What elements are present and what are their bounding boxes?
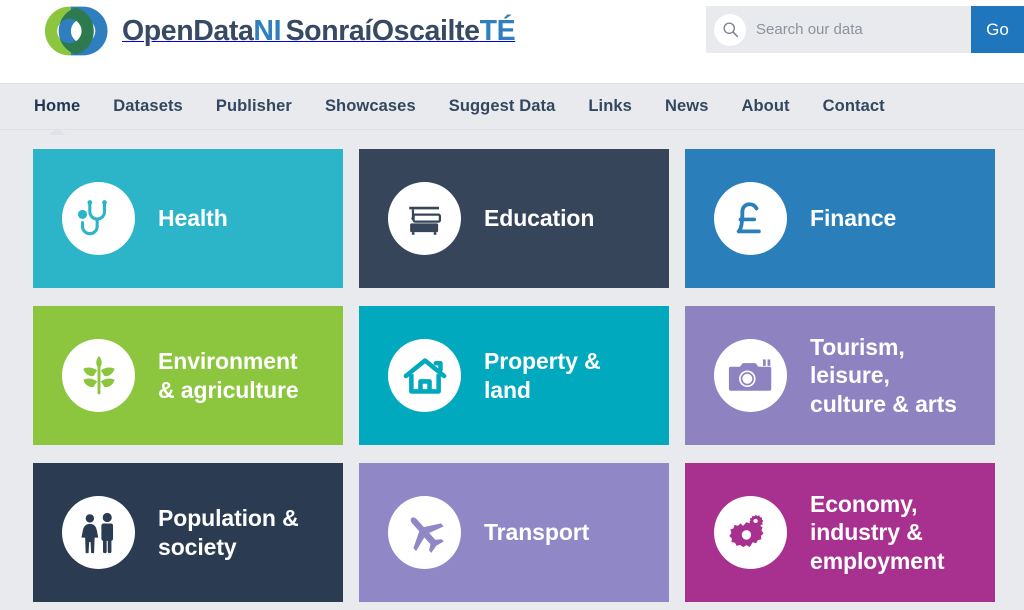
category-tile-label: Tourism, leisure, culture & arts — [810, 333, 957, 418]
logo-line-2-main: SonraíOscailte — [285, 14, 480, 47]
category-tile-label-line: Population & — [158, 505, 299, 532]
category-tile-label-line: Education — [484, 205, 595, 232]
logo-line-2-accent: TÉ — [479, 14, 516, 47]
category-tile-economy-industry-employment[interactable]: Economy, industry & employment — [685, 463, 995, 602]
nav-item-home[interactable]: Home — [34, 97, 80, 116]
logo-line-1: OpenDataNI — [122, 14, 282, 47]
category-tile-label-line: industry & — [810, 519, 923, 546]
pound-sterling-icon — [714, 182, 787, 255]
category-tile-label-line: land — [484, 376, 531, 403]
site-logo[interactable]: OpenDataNI SonraíOscailteTÉ — [38, 2, 516, 60]
category-tile-environment-agriculture[interactable]: Environment & agriculture — [33, 306, 343, 445]
category-tile-label: Health — [158, 204, 228, 232]
main-navigation: Home Datasets Publisher Showcases Suggest Da… — [0, 83, 1024, 130]
category-tile-label: Population & society — [158, 504, 299, 561]
category-tile-transport[interactable]: Transport — [359, 463, 669, 602]
category-tile-label-line: Health — [158, 205, 228, 232]
nav-item-links[interactable]: Links — [588, 97, 632, 116]
category-tile-label-line: leisure, — [810, 362, 890, 389]
category-tile-label: Property & land — [484, 347, 601, 404]
people-icon — [62, 496, 135, 569]
nav-item-contact[interactable]: Contact — [823, 97, 885, 116]
category-tile-label-line: Finance — [810, 205, 897, 232]
logo-line-2: SonraíOscailteTÉ — [286, 15, 516, 47]
search-field[interactable] — [706, 6, 971, 53]
nav-item-publisher[interactable]: Publisher — [216, 97, 292, 116]
gears-icon — [714, 496, 787, 569]
category-tile-label-line: Transport — [484, 519, 590, 546]
category-tile-label: Transport — [484, 518, 589, 546]
stethoscope-icon — [62, 182, 135, 255]
search-go-button[interactable]: Go — [971, 6, 1024, 53]
category-tile-tourism-leisure-culture-arts[interactable]: Tourism, leisure, culture & arts — [685, 306, 995, 445]
logo-line-1-accent: NI — [253, 14, 282, 47]
logo-line-1-main: OpenData — [122, 14, 254, 47]
category-tile-label-line: culture & arts — [810, 390, 957, 417]
category-tile-label-line: Environment — [158, 348, 298, 375]
category-tile-finance[interactable]: Finance — [685, 149, 995, 288]
site-header: OpenDataNI SonraíOscailteTÉ Go — [0, 0, 1024, 83]
airplane-icon — [388, 496, 461, 569]
category-tile-label-line: Economy, — [810, 491, 918, 518]
category-tile-label-line: society — [158, 533, 237, 560]
category-tile-grid: Health Education Finance Environment & ag… — [0, 130, 1024, 602]
category-tile-population-society[interactable]: Population & society — [33, 463, 343, 602]
nav-item-about[interactable]: About — [741, 97, 789, 116]
nav-item-news[interactable]: News — [665, 97, 709, 116]
category-tile-label: Education — [484, 204, 594, 232]
search-icon — [714, 13, 746, 46]
plant-leaf-icon — [62, 339, 135, 412]
category-tile-property-land[interactable]: Property & land — [359, 306, 669, 445]
house-icon — [388, 339, 461, 412]
search-bar: Go — [706, 6, 1024, 53]
category-tile-label: Economy, industry & employment — [810, 490, 945, 575]
category-tile-label-line: employment — [810, 547, 945, 574]
category-tile-health[interactable]: Health — [33, 149, 343, 288]
logo-wordmark: OpenDataNI SonraíOscailteTÉ — [122, 14, 516, 47]
nav-item-datasets[interactable]: Datasets — [113, 97, 183, 116]
category-tile-label-line: & agriculture — [158, 376, 299, 403]
category-tile-label: Finance — [810, 204, 896, 232]
category-tile-label: Environment & agriculture — [158, 347, 299, 404]
camera-icon — [714, 339, 787, 412]
search-input[interactable] — [756, 21, 956, 38]
nav-item-suggest-data[interactable]: Suggest Data — [449, 97, 556, 116]
category-tile-education[interactable]: Education — [359, 149, 669, 288]
category-tile-label-line: Property & — [484, 348, 601, 375]
category-tile-label-line: Tourism, — [810, 334, 905, 361]
opendata-ni-logo-icon — [44, 6, 108, 56]
books-graduation-cap-icon — [388, 182, 461, 255]
nav-item-showcases[interactable]: Showcases — [325, 97, 416, 116]
